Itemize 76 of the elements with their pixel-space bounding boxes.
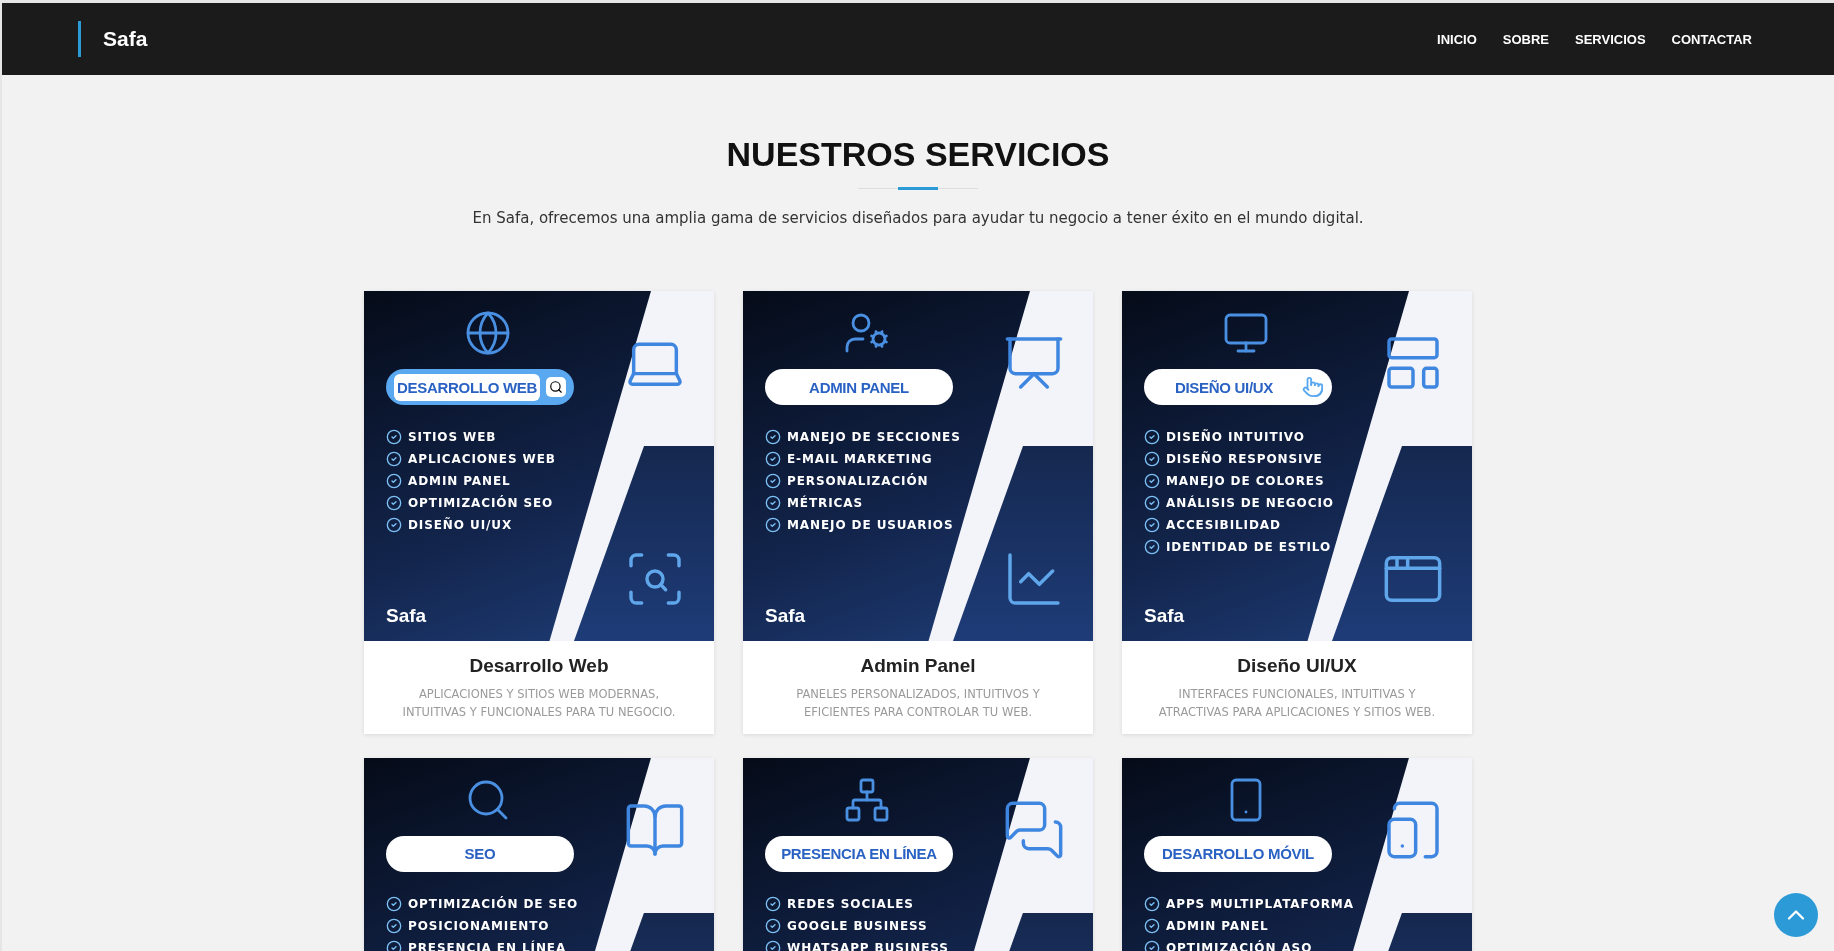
- card-title: Admin Panel: [860, 655, 976, 677]
- feature-text: PRESENCIA EN LÍNEA: [408, 940, 567, 951]
- card-description: PANELES PERSONALIZADOS, INTUITIVOS Y EFICIENTES PARA CONTROLAR TU WEB.: [795, 686, 1041, 722]
- check-icon: [386, 895, 402, 912]
- nav-link[interactable]: SOBRE: [1502, 31, 1550, 47]
- feature-text: ADMIN PANEL: [408, 474, 511, 488]
- service-icon: [464, 309, 512, 357]
- feature-text: ADMIN PANEL: [1166, 918, 1269, 933]
- check-icon: [765, 473, 781, 489]
- check-icon: [386, 495, 402, 511]
- feature-text: MANEJO DE SECCIONES: [787, 430, 961, 444]
- banner-label: DESARROLLO MÓVIL: [1161, 845, 1315, 863]
- feature-text: APLICACIONES WEB: [408, 452, 556, 466]
- check-icon: [1144, 517, 1160, 533]
- feature-text: REDES SOCIALES: [787, 896, 914, 911]
- check-icon: [386, 429, 402, 445]
- card-title: Desarrollo Web: [469, 655, 609, 677]
- feature-text: DISEÑO RESPONSIVE: [1166, 452, 1323, 466]
- banner-label: DESARROLLO WEB: [394, 373, 540, 401]
- feature-text: GOOGLE BUSINESS: [787, 918, 928, 933]
- check-icon: [765, 429, 781, 445]
- section-title: NUESTROS SERVICIOS: [726, 135, 1110, 174]
- feature-text: POSICIONAMIENTO: [408, 918, 550, 933]
- feature-text: OPTIMIZACIÓN ASO: [1166, 940, 1313, 951]
- banner-label: SEO: [463, 845, 497, 863]
- section-subtitle: En Safa, ofrecemos una amplia gama de servicios diseñados para ayudar tu negocio a tener éxito en el mundo digital.: [472, 209, 1364, 227]
- check-icon: [386, 473, 402, 489]
- check-icon: [1144, 495, 1160, 511]
- feature-text: OPTIMIZACIÓN DE SEO: [408, 896, 579, 911]
- check-icon: [386, 939, 402, 951]
- check-icon: [765, 495, 781, 511]
- check-icon: [1144, 539, 1160, 555]
- card-title: Diseño UI/UX: [1237, 655, 1357, 677]
- feature-text: E-MAIL MARKETING: [787, 452, 933, 466]
- banner-label: PRESENCIA EN LÍNEA: [780, 845, 938, 863]
- check-icon: [386, 917, 402, 934]
- feature-text: PERSONALIZACIÓN: [787, 474, 929, 488]
- feature-text: DISEÑO UI/UX: [408, 518, 513, 532]
- search-icon: [546, 377, 566, 397]
- check-icon: [765, 895, 781, 912]
- check-icon: [1144, 895, 1160, 912]
- site-logo[interactable]: Safa: [78, 21, 148, 57]
- feature-text: IDENTIDAD DE ESTILO: [1166, 540, 1332, 554]
- banner-logo: Safa: [1144, 605, 1186, 627]
- feature-text: MÉTRICAS: [787, 496, 863, 510]
- card-description: APLICACIONES Y SITIOS WEB MODERNAS, INTUITIVAS Y FUNCIONALES PARA TU NEGOCIO.: [401, 686, 677, 722]
- pointer-icon: [1302, 376, 1324, 398]
- check-icon: [765, 517, 781, 533]
- check-icon: [1144, 473, 1160, 489]
- feature-text: OPTIMIZACIÓN SEO: [408, 496, 554, 510]
- feature-text: DISEÑO INTUITIVO: [1166, 430, 1305, 444]
- check-icon: [386, 451, 402, 467]
- banner-logo: Safa: [765, 605, 807, 627]
- nav-link[interactable]: SERVICIOS: [1575, 31, 1646, 47]
- feature-text: MANEJO DE USUARIOS: [787, 518, 954, 532]
- check-icon: [1144, 939, 1160, 951]
- nav-link[interactable]: CONTACTAR: [1671, 31, 1752, 47]
- feature-text: ACCESIBILIDAD: [1166, 518, 1281, 532]
- check-icon: [1144, 917, 1160, 934]
- banner-logo: Safa: [386, 605, 428, 627]
- card-description: INTERFACES FUNCIONALES, INTUITIVAS Y ATRACTIVAS PARA APLICACIONES Y SITIOS WEB.: [1157, 686, 1437, 722]
- scroll-top-button[interactable]: [1774, 893, 1818, 937]
- feature-text: SITIOS WEB: [408, 430, 497, 444]
- feature-text: ANÁLISIS DE NEGOCIO: [1166, 496, 1334, 510]
- check-icon: [765, 917, 781, 934]
- nav-link[interactable]: INICIO: [1437, 31, 1477, 47]
- banner-label: DISEÑO UI/UX: [1173, 378, 1275, 396]
- feature-text: WHATSAPP BUSINESS: [787, 940, 949, 951]
- check-icon: [1144, 451, 1160, 467]
- check-icon: [765, 451, 781, 467]
- feature-text: APPS MULTIPLATAFORMA: [1166, 896, 1354, 911]
- check-icon: [386, 517, 402, 533]
- feature-text: MANEJO DE COLORES: [1166, 474, 1325, 488]
- banner-label: ADMIN PANEL: [808, 378, 910, 396]
- check-icon: [1144, 429, 1160, 445]
- check-icon: [765, 939, 781, 951]
